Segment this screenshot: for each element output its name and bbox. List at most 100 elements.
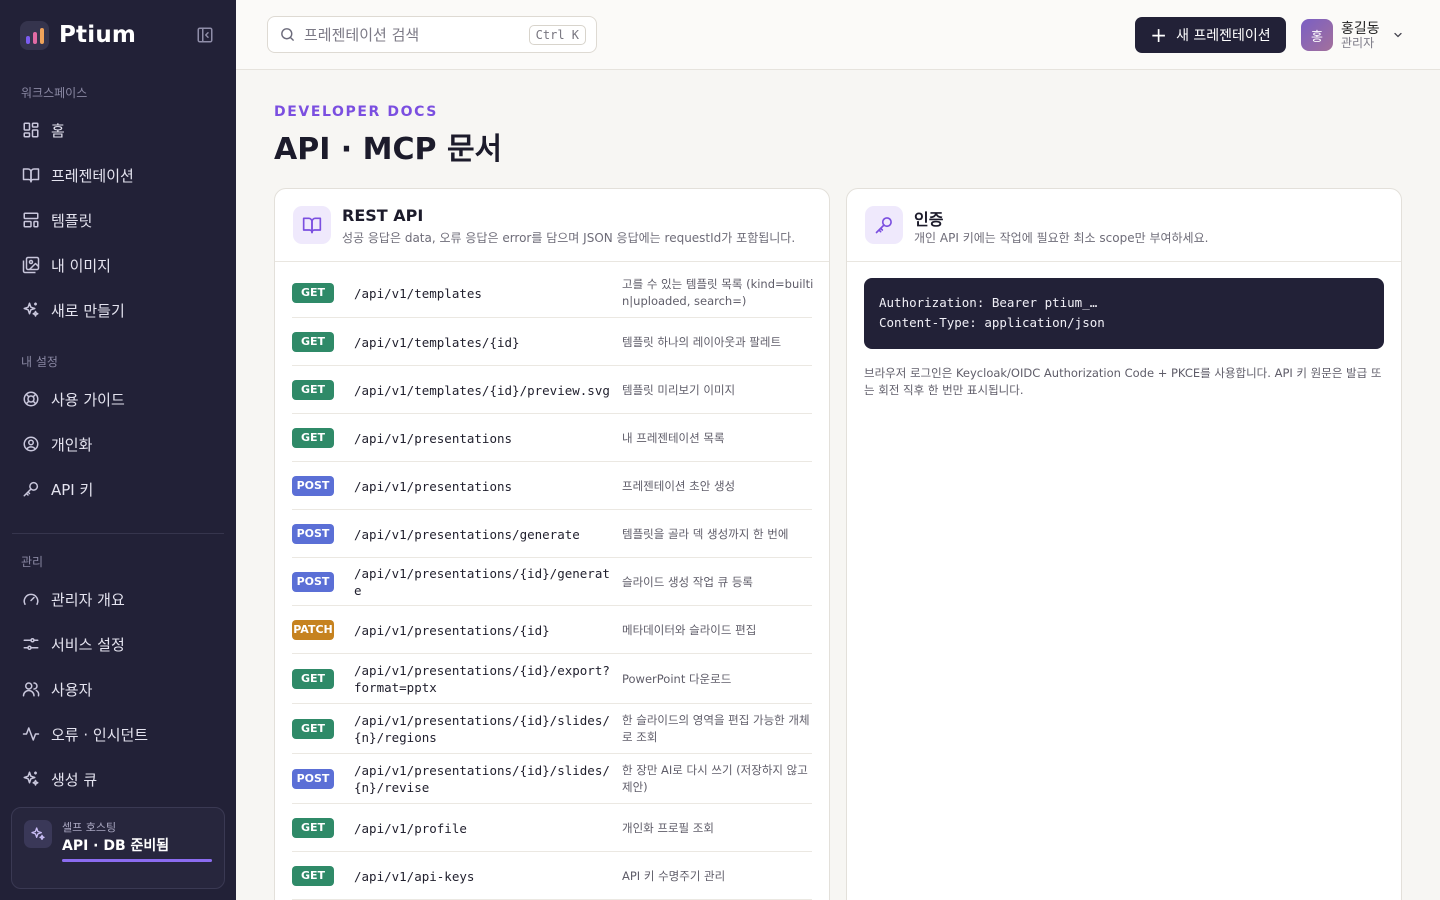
sidebar-item-label: 서비스 설정 [51, 635, 125, 654]
new-presentation-button[interactable]: + 새 프레젠테이션 [1135, 17, 1286, 53]
users-icon [22, 682, 40, 697]
user-role: 관리자 [1341, 35, 1375, 50]
endpoint-row[interactable]: POST/api/v1/presentations/{id}/generate 슬… [292, 558, 812, 606]
endpoint-path: /api/v1/presentations/{id}/generate [354, 566, 610, 598]
sidebar-item-label: 사용 가이드 [51, 390, 125, 409]
top-header: 프레젠테이션 검색 Ctrl K + 새 프레젠테이션 홍 홍길동 관리자 [236, 0, 1440, 70]
sidebar-item-user-guide[interactable]: 사용 가이드 [12, 380, 224, 418]
new-presentation-label: 새 프레젠테이션 [1176, 28, 1271, 44]
method-badge: GET [292, 428, 334, 448]
sidebar-item-templates[interactable]: 템플릿 [12, 201, 224, 239]
image-icon [22, 256, 40, 274]
brand-name: Ptium [59, 22, 137, 48]
auth-card: 인증 개인 API 키에는 작업에 필요한 최소 scope만 부여하세요. A… [846, 188, 1402, 900]
endpoint-path: /api/v1/api-keys [354, 869, 475, 884]
method-badge: PATCH [292, 620, 334, 640]
rest-api-card: REST API 성공 응답은 data, 오류 응답은 error를 담으며 … [274, 188, 830, 900]
method-badge: POST [292, 769, 334, 789]
endpoint-row[interactable]: GET/api/v1/presentations/{id}/export?for… [292, 654, 812, 704]
sliders-icon [23, 638, 39, 650]
method-badge: POST [292, 572, 334, 592]
endpoint-description: 내 프레젠테이션 목록 [622, 431, 725, 445]
endpoint-row[interactable]: GET/api/v1/presentations/{id}/slides/{n}… [292, 704, 812, 754]
auth-code-block[interactable]: Authorization: Bearer ptium_… Content-Ty… [864, 278, 1384, 349]
book-open-icon [22, 168, 40, 183]
endpoint-description: 템플릿 하나의 레이아웃과 팔레트 [622, 335, 782, 349]
section-label-admin: 관리 [21, 555, 44, 569]
status-title: API · DB 준비됨 [62, 838, 170, 854]
endpoint-path: /api/v1/presentations [354, 431, 513, 446]
sidebar-item-label: 홈 [51, 121, 65, 140]
search-shortcut-hint: Ctrl K [528, 25, 586, 45]
search-input[interactable]: 프레젠테이션 검색 [304, 24, 419, 45]
sidebar-item-generation-queue[interactable]: 생성 큐 [12, 760, 224, 798]
endpoint-row[interactable]: POST/api/v1/presentations/generate 템플릿을 골… [292, 510, 812, 558]
endpoint-description: 템플릿 미리보기 이미지 [622, 383, 736, 397]
search-box[interactable]: 프레젠테이션 검색 Ctrl K [267, 16, 597, 53]
endpoint-path: /api/v1/presentations/{id} [354, 623, 550, 638]
section-label-workspace: 워크스페이스 [21, 86, 88, 100]
endpoint-row[interactable]: POST/api/v1/presentations 프레젠테이션 초안 생성 [292, 462, 812, 510]
endpoint-row[interactable]: GET/api/v1/presentations 내 프레젠테이션 목록 [292, 414, 812, 462]
code-line: Authorization: Bearer ptium_… [879, 295, 1098, 310]
key-icon [23, 481, 39, 497]
endpoint-row[interactable]: GET/api/v1/profile 개인화 프로필 조회 [292, 804, 812, 852]
endpoint-description: 템플릿을 골라 덱 생성까지 한 번에 [622, 527, 789, 541]
endpoint-row[interactable]: GET/api/v1/api-keys API 키 수명주기 관리 [292, 852, 812, 900]
chevron-down-icon [1394, 32, 1402, 38]
endpoint-row[interactable]: GET/api/v1/templates/{id} 템플릿 하나의 레이아웃과 팔… [292, 318, 812, 366]
endpoint-path: /api/v1/templates/{id}/preview.svg [354, 383, 610, 398]
sidebar-item-users[interactable]: 사용자 [12, 670, 224, 708]
endpoint-row[interactable]: GET/api/v1/templates/{id}/preview.svg 템플릿… [292, 366, 812, 414]
endpoint-description: PowerPoint 다운로드 [622, 672, 732, 686]
avatar: 홍 [1301, 19, 1333, 51]
method-badge: GET [292, 283, 334, 303]
sidebar-item-my-images[interactable]: 내 이미지 [12, 246, 224, 284]
rest-api-description: 성공 응답은 data, 오류 응답은 error를 담으며 JSON 응답에는… [342, 231, 796, 245]
section-label-my-settings: 내 설정 [21, 355, 58, 369]
sidebar-item-personalization[interactable]: 개인화 [12, 425, 224, 463]
life-buoy-icon [23, 391, 39, 407]
sidebar-item-api-keys[interactable]: API 키 [12, 470, 224, 508]
logo-bar [39, 27, 44, 44]
page-title: API · MCP 문서 [274, 132, 503, 167]
sidebar-divider [12, 533, 224, 534]
endpoint-path: /api/v1/presentations/{id}/slides/{n}/re… [354, 713, 610, 745]
sidebar-item-label: API 키 [51, 480, 94, 499]
plus-icon: + [1150, 23, 1168, 47]
method-badge: GET [292, 380, 334, 400]
endpoint-description: 한 슬라이드의 영역을 편집 가능한 개체로 조회 [622, 713, 810, 744]
endpoint-row[interactable]: POST/api/v1/presentations/{id}/slides/{n… [292, 754, 812, 804]
sidebar-item-admin-overview[interactable]: 관리자 개요 [12, 580, 224, 618]
sidebar: Ptium 워크스페이스 홈 프레젠테이션 템플릿 내 이미지 새로 만들기 내… [0, 0, 236, 900]
endpoint-path: /api/v1/templates/{id} [354, 335, 520, 350]
user-circle-icon [23, 436, 39, 452]
sidebar-item-label: 내 이미지 [51, 256, 111, 275]
auth-note: 브라우저 로그인은 Keycloak/OIDC Authorization Co… [864, 366, 1382, 397]
endpoint-row[interactable]: PATCH/api/v1/presentations/{id} 메타데이터와 슬라… [292, 606, 812, 654]
brand[interactable]: Ptium [20, 20, 136, 50]
endpoint-path: /api/v1/presentations/{id}/slides/{n}/re… [354, 763, 610, 795]
user-menu[interactable]: 홍 홍길동 관리자 [1301, 18, 1404, 52]
endpoint-description: 한 장만 AI로 다시 쓰기 (저장하지 않고 제안) [622, 763, 808, 794]
sidebar-item-errors-incidents[interactable]: 오류 · 인시던트 [12, 715, 224, 753]
search-icon [281, 28, 294, 41]
endpoint-description: 고를 수 있는 템플릿 목록 (kind=builtin|uploaded, s… [622, 277, 814, 308]
endpoint-description: 메타데이터와 슬라이드 편집 [622, 623, 757, 637]
auth-card-header: 인증 개인 API 키에는 작업에 필요한 최소 scope만 부여하세요. [847, 189, 1401, 262]
user-name: 홍길동 [1341, 20, 1380, 37]
sparkles-icon [24, 820, 52, 848]
endpoint-row[interactable]: GET/api/v1/templates 고를 수 있는 템플릿 목록 (kind… [292, 268, 814, 318]
sidebar-collapse-icon[interactable] [196, 26, 214, 44]
sidebar-item-create-new[interactable]: 새로 만들기 [12, 291, 224, 329]
book-open-icon [293, 206, 331, 244]
sidebar-item-label: 새로 만들기 [51, 301, 125, 320]
endpoint-description: API 키 수명주기 관리 [622, 869, 726, 883]
layout-template-icon [23, 212, 39, 228]
home-grid-icon [23, 122, 39, 138]
sidebar-item-service-settings[interactable]: 서비스 설정 [12, 625, 224, 663]
sidebar-item-home[interactable]: 홈 [12, 111, 224, 149]
sidebar-item-presentations[interactable]: 프레젠테이션 [12, 156, 224, 194]
endpoint-description: 개인화 프로필 조회 [622, 821, 714, 835]
rest-api-card-header: REST API 성공 응답은 data, 오류 응답은 error를 담으며 … [275, 189, 829, 262]
